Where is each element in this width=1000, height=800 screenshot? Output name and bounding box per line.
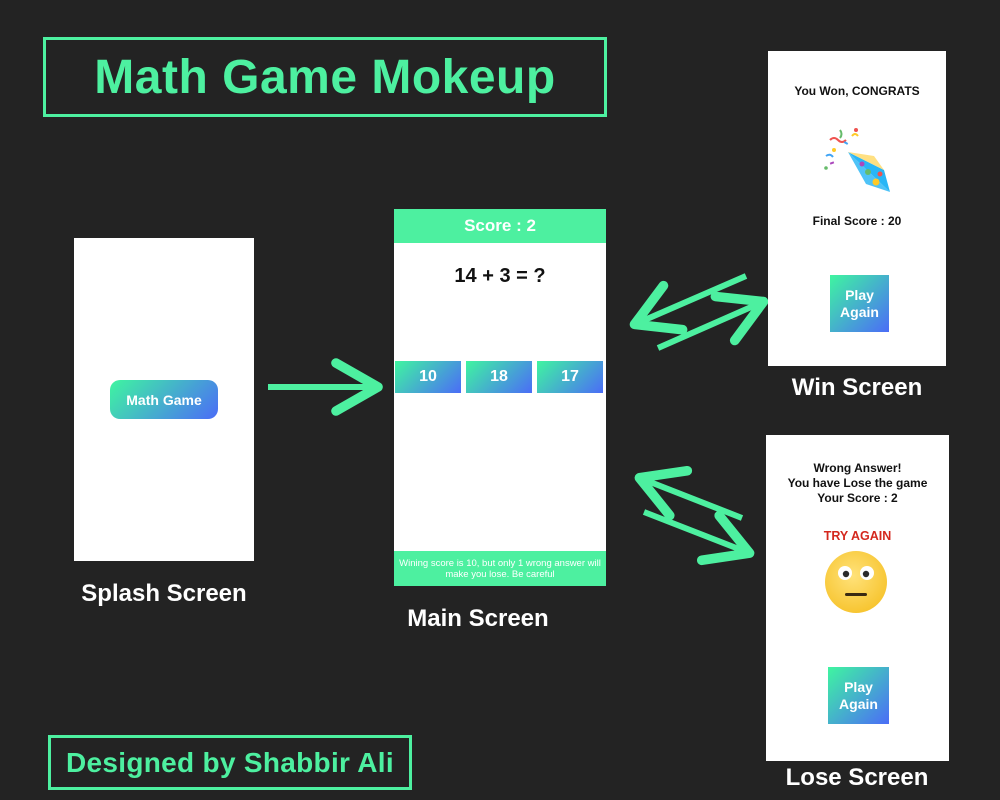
rules-text: Wining score is 10, but only 1 wrong ans…: [399, 557, 601, 580]
win-screen-caption: Win Screen: [791, 374, 923, 401]
title-box: Math Game Mokeup: [43, 37, 607, 117]
play-again-button[interactable]: Play Again: [830, 275, 889, 332]
splash-screen-caption: Splash Screen: [81, 580, 247, 607]
play-again-button[interactable]: Play Again: [828, 667, 889, 724]
answer-button-3[interactable]: 17: [537, 361, 603, 393]
party-popper-icon: [824, 128, 890, 192]
designer-credit: Designed by Shabbir Ali: [66, 746, 394, 778]
answer-button-2[interactable]: 18: [466, 361, 532, 393]
splash-screen: Math Game: [74, 238, 254, 561]
lose-screen-caption: Lose Screen: [785, 764, 929, 791]
arrow-lose-to-main: [634, 465, 744, 521]
lose-line-3: Your Score : 2: [817, 491, 898, 505]
answer-button-1[interactable]: 10: [395, 361, 461, 393]
arrow-win-to-main: [629, 273, 748, 335]
win-screen: You Won, CONGRATS Final Score : 20 Play …: [768, 51, 946, 366]
final-score: Final Score : 20: [812, 214, 902, 228]
arrow-main-to-win: [656, 291, 769, 351]
lose-message: Wrong Answer! You have Lose the game You…: [766, 461, 949, 506]
main-screen-caption: Main Screen: [407, 605, 549, 632]
arrow-main-to-lose: [642, 509, 755, 566]
score-header: Score : 2: [394, 209, 606, 243]
lose-screen: Wrong Answer! You have Lose the game You…: [766, 435, 949, 761]
lose-line-1: Wrong Answer!: [813, 461, 902, 475]
try-again-label: TRY AGAIN: [823, 529, 892, 543]
lose-line-2: You have Lose the game: [787, 476, 928, 490]
win-message: You Won, CONGRATS: [794, 84, 920, 98]
neutral-face-icon: [825, 551, 887, 613]
credit-box: Designed by Shabbir Ali: [48, 735, 412, 790]
rules-footer: Wining score is 10, but only 1 wrong ans…: [394, 551, 606, 586]
main-screen: Score : 2 14 + 3 = ? 10 18 17 Wining sco…: [394, 209, 606, 586]
score-label: Score : 2: [464, 216, 536, 235]
question-text: 14 + 3 = ?: [454, 265, 546, 287]
page-title: Math Game Mokeup: [94, 50, 556, 104]
math-game-button[interactable]: Math Game: [110, 380, 218, 419]
